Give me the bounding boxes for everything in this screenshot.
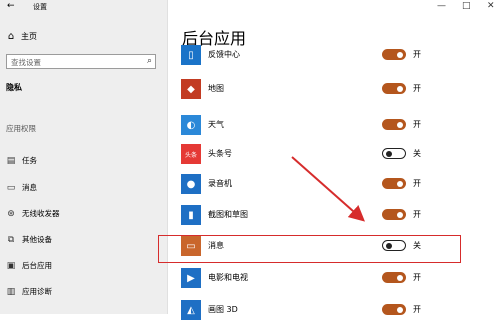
annotation-arrow (291, 156, 365, 222)
